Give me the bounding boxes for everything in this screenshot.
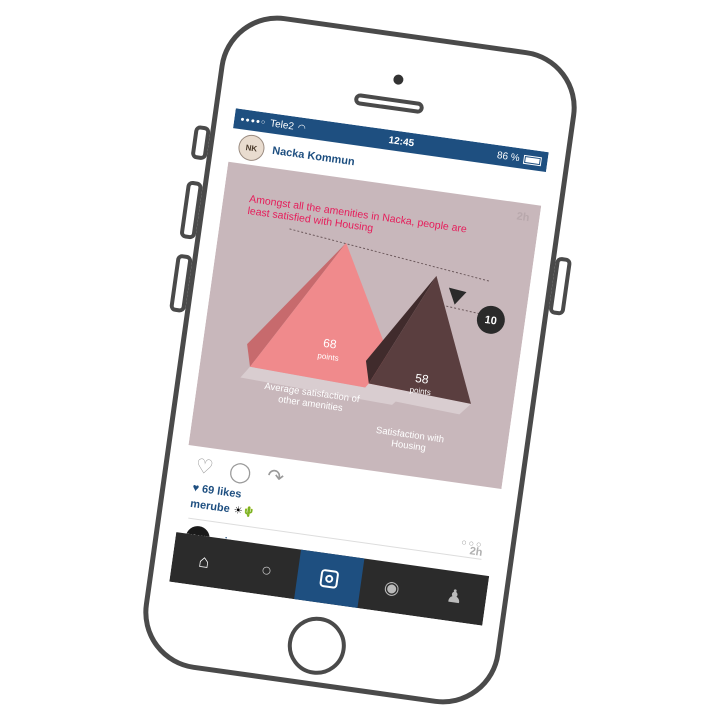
- comment-icon[interactable]: ◯: [228, 460, 253, 485]
- activity-icon: ◉: [382, 576, 402, 599]
- post-image[interactable]: 10 68 points 58 points 2h Amongst all th…: [188, 161, 542, 489]
- bar-value-housing: 58: [414, 371, 429, 387]
- clock: 12:45: [387, 134, 415, 149]
- difference-marker-icon: [448, 287, 467, 305]
- difference-value: 10: [484, 314, 498, 328]
- next-post-time: 2h: [468, 545, 484, 559]
- search-icon: ○: [259, 558, 274, 581]
- home-icon: ⌂: [197, 550, 211, 572]
- caption-username[interactable]: merube: [190, 498, 231, 515]
- camera-icon: [319, 568, 340, 590]
- profile-icon: ♟: [445, 584, 464, 607]
- tab-search[interactable]: ○: [232, 541, 302, 599]
- post-time: 2h: [515, 210, 531, 225]
- post-username[interactable]: Nacka Kommun: [271, 145, 355, 168]
- battery-percent: 86 %: [496, 149, 521, 164]
- tab-activity[interactable]: ◉: [357, 558, 427, 616]
- phone-frame: ●●●●○ Tele2 ◠ 12:45 86 % NK Nacka Kommun: [135, 8, 585, 712]
- heart-icon[interactable]: ♡: [194, 455, 215, 479]
- carrier-name: Tele2: [269, 117, 295, 132]
- avatar[interactable]: NK: [236, 133, 267, 163]
- screen: ●●●●○ Tele2 ◠ 12:45 86 % NK Nacka Kommun: [169, 108, 549, 626]
- share-icon[interactable]: ↷: [266, 465, 286, 489]
- tab-profile[interactable]: ♟: [420, 567, 490, 625]
- heart-small-icon: ♥: [191, 482, 200, 495]
- caption-emoji: ☀🌵: [232, 504, 256, 519]
- signal-icon: ●●●●○: [239, 115, 267, 127]
- wifi-icon: ◠: [297, 121, 307, 133]
- bar-value-other: 68: [322, 336, 337, 352]
- battery-icon: [522, 154, 543, 166]
- tab-camera[interactable]: [294, 549, 365, 609]
- tab-home[interactable]: ⌂: [169, 532, 239, 590]
